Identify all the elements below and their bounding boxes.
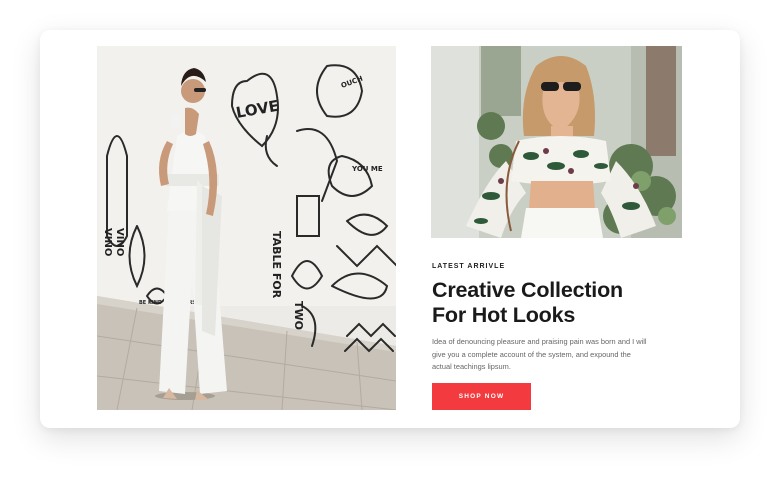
mural-vino-text-2: VINO [114, 228, 125, 256]
promo-headline: Creative Collection For Hot Looks [432, 278, 662, 328]
headline-line-2: For Hot Looks [432, 303, 576, 327]
mural-two-text: TWO [292, 301, 305, 330]
promo-text-block: LATEST ARRIVLE Creative Collection For H… [432, 263, 662, 374]
fashion-model-image [431, 46, 682, 238]
mural-vino-text: VINO [102, 228, 113, 256]
eyebrow-label: LATEST ARRIVLE [432, 263, 506, 270]
mural-table-for-text: TABLE FOR [270, 231, 283, 299]
promo-card: LOVE OUCH YOU ME TABLE FOR TWO VINO VINO… [40, 30, 740, 428]
promo-description: Idea of denouncing pleasure and praising… [432, 337, 647, 371]
product-photo-left: LOVE OUCH YOU ME TABLE FOR TWO VINO VINO… [97, 46, 396, 410]
mural-photo-image: LOVE OUCH YOU ME TABLE FOR TWO VINO VINO… [97, 46, 396, 410]
product-photo-right [431, 46, 682, 238]
headline-line-1: Creative Collection [432, 278, 623, 302]
mural-you-me-text: YOU ME [351, 165, 383, 173]
shop-now-button[interactable]: SHOP NOW [432, 383, 531, 410]
